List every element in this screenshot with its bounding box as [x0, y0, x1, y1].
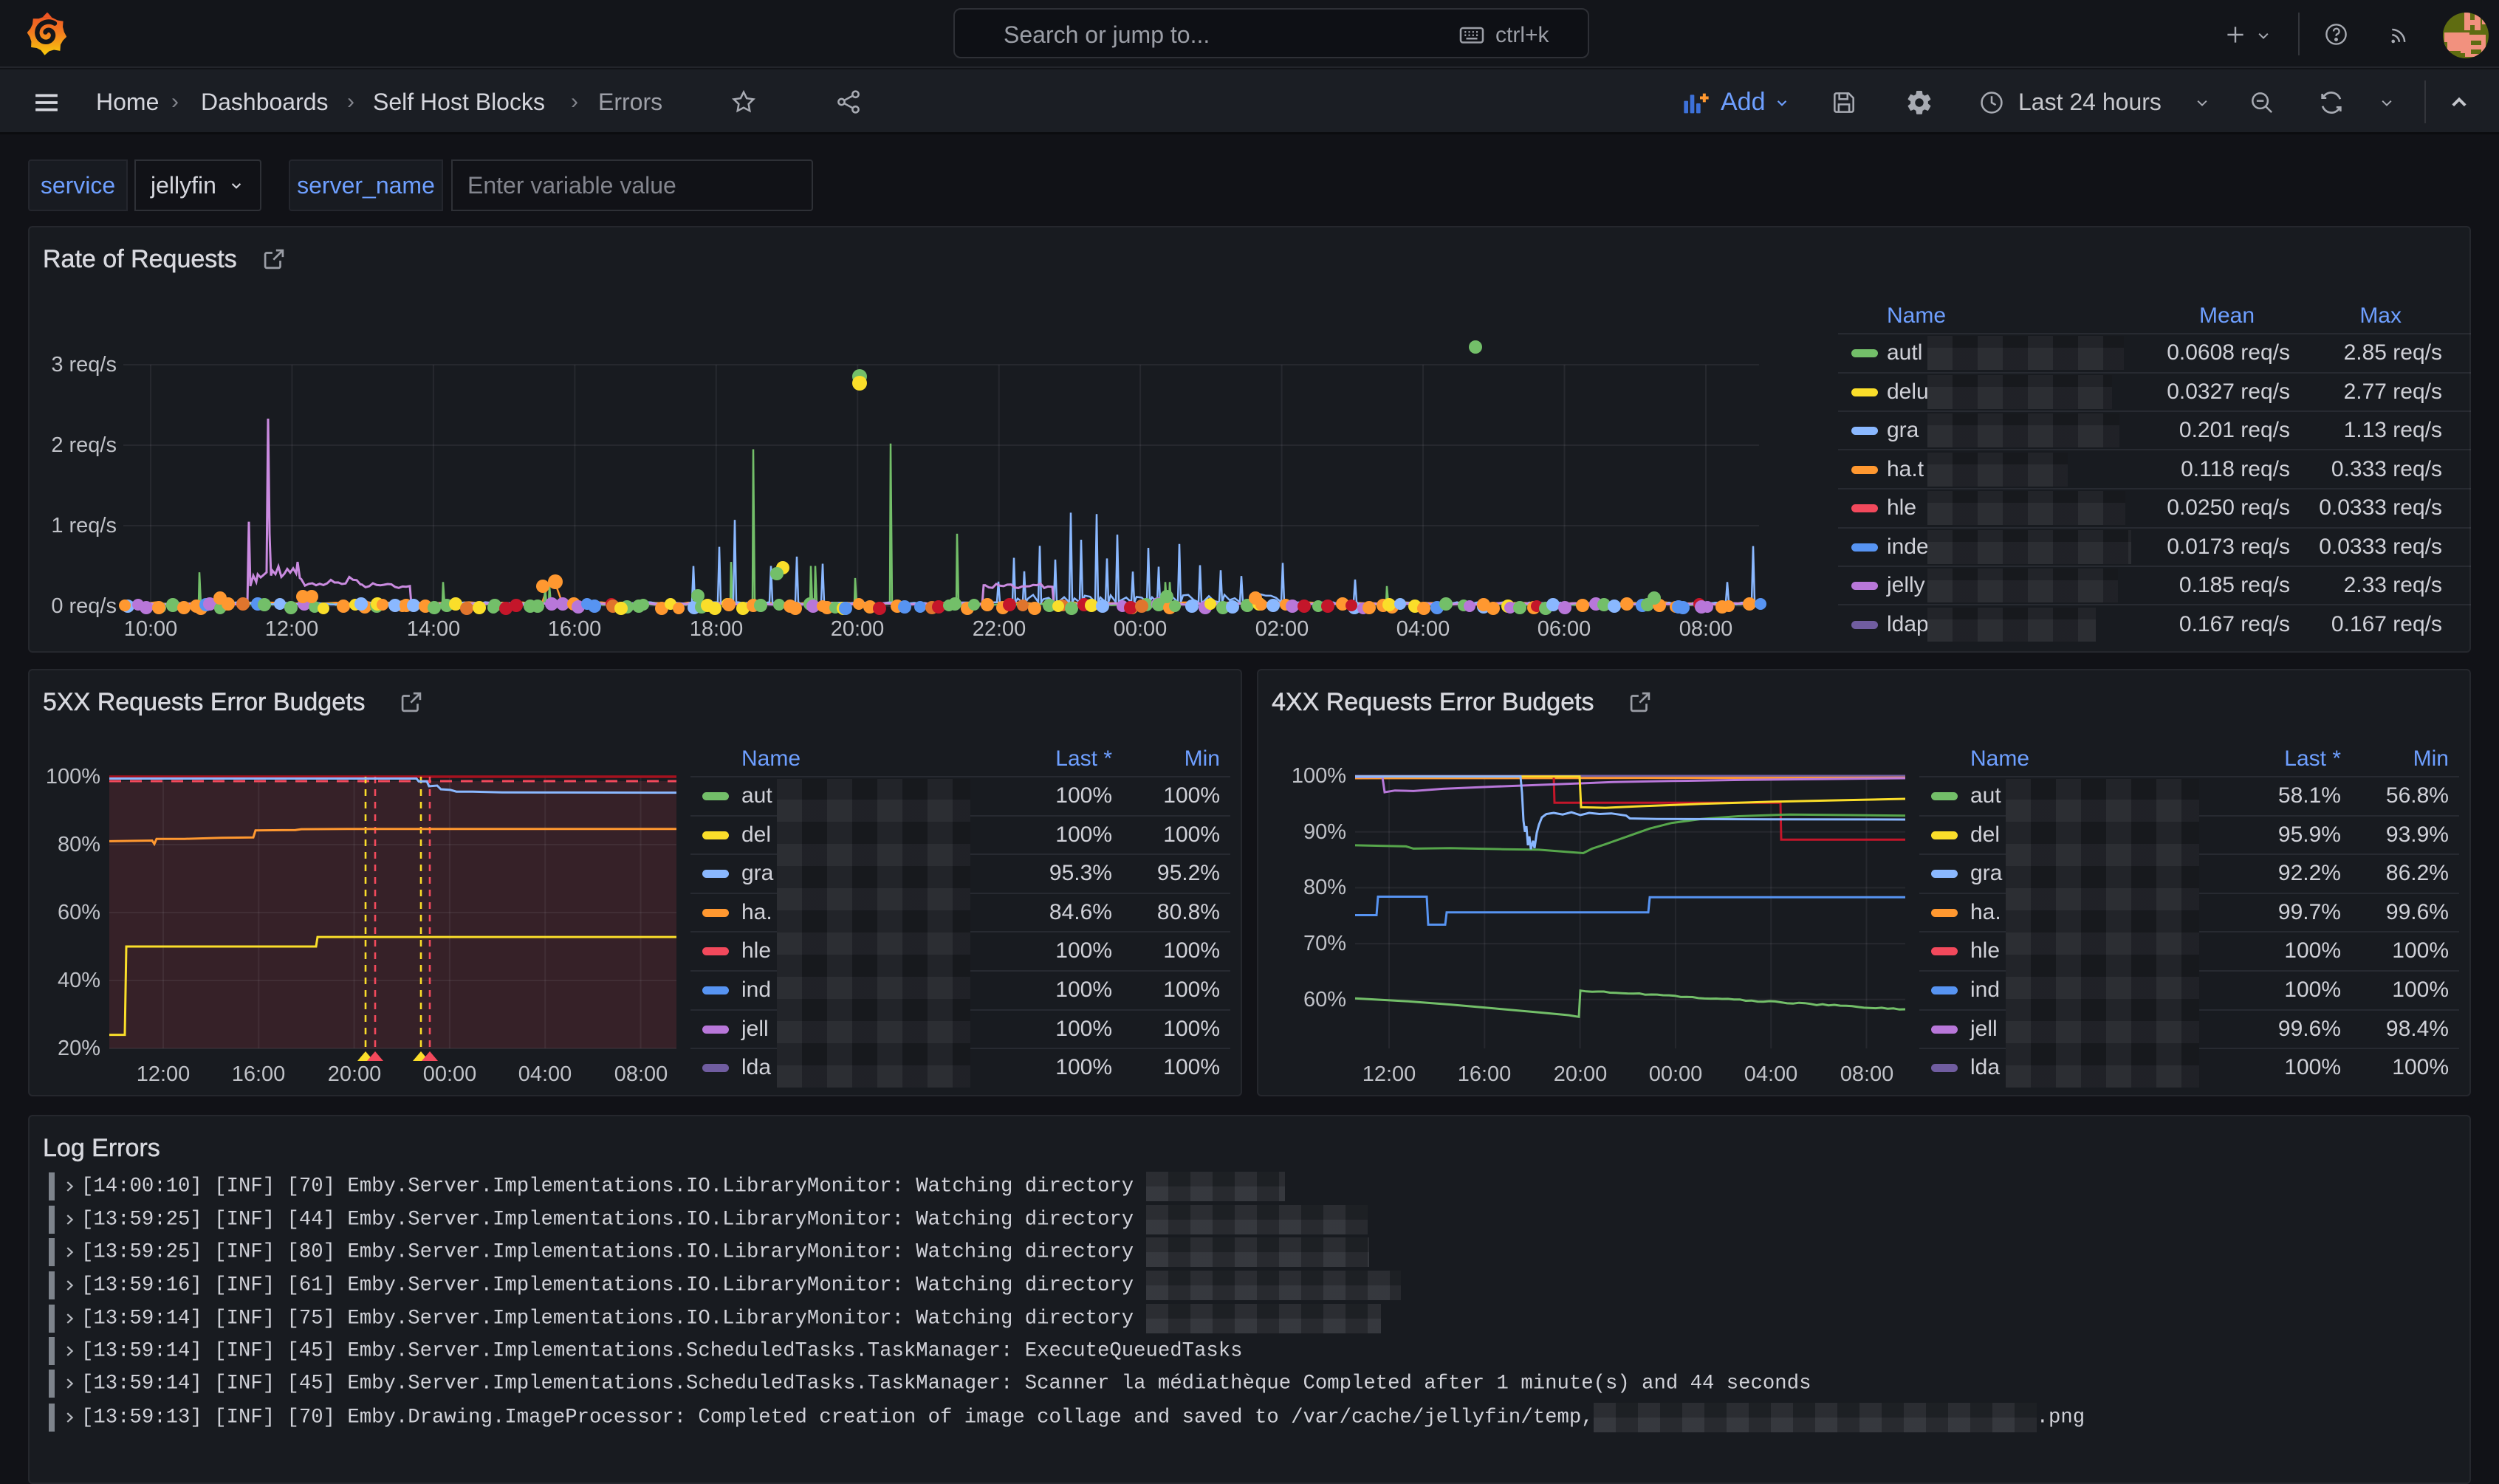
svg-text:2 req/s: 2 req/s	[51, 433, 117, 457]
svg-text:08:00: 08:00	[1679, 617, 1733, 641]
svg-text:06:00: 06:00	[1538, 617, 1591, 641]
svg-text:12:00: 12:00	[265, 617, 319, 641]
svg-text:08:00: 08:00	[614, 1062, 668, 1086]
svg-text:0 req/s: 0 req/s	[51, 594, 117, 618]
svg-text:20:00: 20:00	[831, 617, 885, 641]
svg-text:90%: 90%	[1303, 820, 1346, 844]
svg-text:18:00: 18:00	[690, 617, 744, 641]
svg-text:70%: 70%	[1303, 932, 1346, 955]
svg-text:80%: 80%	[1303, 876, 1346, 899]
svg-text:16:00: 16:00	[1458, 1062, 1512, 1086]
svg-text:00:00: 00:00	[423, 1062, 477, 1086]
svg-text:100%: 100%	[46, 765, 100, 789]
svg-text:60%: 60%	[1303, 988, 1346, 1011]
svg-text:12:00: 12:00	[137, 1062, 191, 1086]
svg-text:100%: 100%	[1292, 764, 1346, 788]
svg-text:3 req/s: 3 req/s	[51, 353, 117, 377]
svg-text:04:00: 04:00	[1744, 1062, 1798, 1086]
svg-text:20%: 20%	[58, 1037, 100, 1060]
svg-text:00:00: 00:00	[1649, 1062, 1703, 1086]
svg-text:14:00: 14:00	[407, 617, 461, 641]
svg-text:80%: 80%	[58, 833, 100, 856]
svg-text:60%: 60%	[58, 901, 100, 924]
svg-text:04:00: 04:00	[518, 1062, 572, 1086]
svg-text:1 req/s: 1 req/s	[51, 514, 117, 537]
svg-text:16:00: 16:00	[232, 1062, 286, 1086]
svg-text:10:00: 10:00	[124, 617, 178, 641]
svg-text:20:00: 20:00	[1554, 1062, 1608, 1086]
svg-text:08:00: 08:00	[1840, 1062, 1894, 1086]
svg-text:00:00: 00:00	[1114, 617, 1168, 641]
svg-text:04:00: 04:00	[1396, 617, 1450, 641]
svg-text:40%: 40%	[58, 969, 100, 992]
svg-text:16:00: 16:00	[548, 617, 602, 641]
svg-text:20:00: 20:00	[328, 1062, 382, 1086]
svg-text:22:00: 22:00	[973, 617, 1026, 641]
svg-text:02:00: 02:00	[1255, 617, 1309, 641]
svg-text:12:00: 12:00	[1362, 1062, 1416, 1086]
